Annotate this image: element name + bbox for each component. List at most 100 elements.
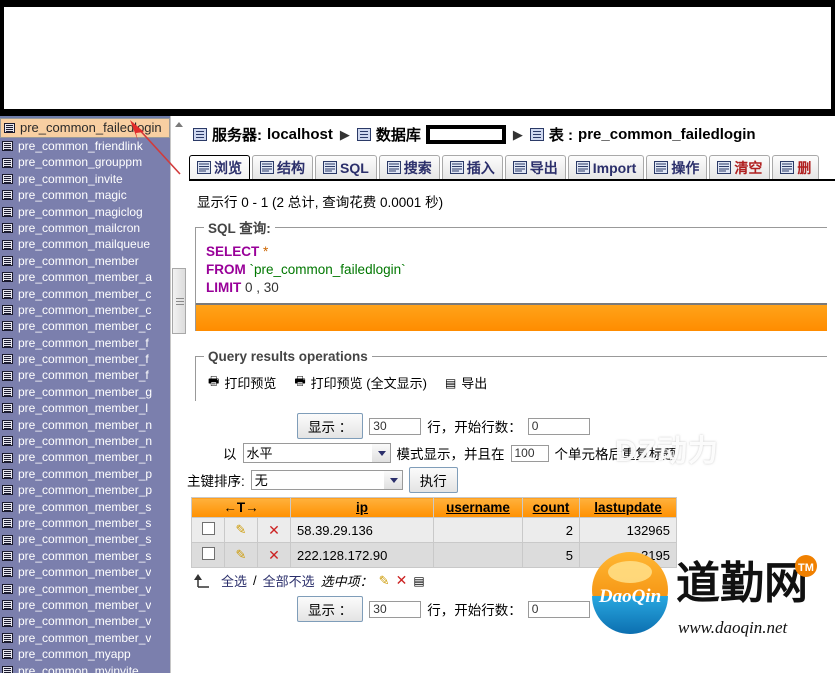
mode-select-wrap[interactable]: 水平 — [242, 443, 391, 463]
breadcrumb-table-value[interactable]: pre_common_failedlogin — [578, 126, 756, 143]
sidebar-table-item[interactable]: pre_common_mailcron — [0, 220, 170, 236]
select-all-row[interactable]: 全选 / 全部不选 选中项： ✎ ✕ ▤ — [187, 568, 835, 592]
sidebar-table-item[interactable]: pre_common_myinvite — [0, 663, 170, 673]
show-button-bottom[interactable]: 显示 ： — [297, 596, 364, 622]
row-checkbox[interactable] — [201, 547, 215, 560]
breadcrumb-server-value[interactable]: localhost — [267, 126, 333, 143]
sidebar-table-item[interactable]: pre_common_member_v — [0, 581, 170, 597]
scrollbar-thumb[interactable] — [172, 268, 186, 334]
sidebar-scrollbar[interactable] — [170, 116, 187, 673]
row-edit-cell[interactable]: ✎ — [224, 517, 258, 543]
sidebar-table-item[interactable]: pre_common_member — [0, 253, 170, 269]
tab-structure[interactable]: 结构 — [252, 155, 313, 179]
tab-export[interactable]: 导出 — [504, 155, 566, 179]
display-mode-select[interactable]: 水平 — [242, 443, 391, 463]
tab-search[interactable]: 搜索 — [378, 155, 440, 179]
sidebar-table-item[interactable]: pre_common_mailqueue — [0, 236, 170, 252]
sidebar-table-item[interactable]: pre_common_member_c — [0, 302, 170, 318]
database-name-redacted[interactable] — [425, 125, 506, 144]
pencil-icon[interactable]: ✎ — [236, 547, 247, 562]
tab-operations[interactable]: 操作 — [646, 155, 708, 179]
sidebar-table-item[interactable]: pre_common_member_f — [0, 351, 170, 367]
sidebar-table-item[interactable]: pre_common_member_n — [0, 433, 170, 449]
pencil-icon[interactable]: ✎ — [236, 522, 247, 537]
row-edit-cell[interactable]: ✎ — [224, 542, 258, 568]
tab-sql[interactable]: SQL — [315, 155, 377, 179]
sidebar-table-item[interactable]: pre_common_member_s — [0, 499, 170, 515]
sidebar-table-item[interactable]: pre_common_member_v — [0, 564, 170, 580]
sidebar-table-item[interactable]: pre_common_member_s — [0, 515, 170, 531]
cross-icon[interactable]: ✕ — [396, 572, 408, 589]
query-op-link[interactable]: 🖶 打印预览 — [208, 372, 276, 393]
sidebar-table-item[interactable]: pre_common_member_n — [0, 417, 170, 433]
start-row-input-top[interactable] — [527, 417, 590, 435]
results-table-head: ←T→ ip username count lastupdate — [191, 497, 677, 518]
sidebar-table-item[interactable]: pre_common_grouppm — [0, 154, 170, 170]
sidebar-table-item[interactable]: pre_common_member_v — [0, 613, 170, 629]
sidebar-table-item[interactable]: pre_common_member_p — [0, 482, 170, 498]
row-delete-cell[interactable]: ✕ — [257, 517, 291, 543]
sidebar-table-item[interactable]: pre_common_member_l — [0, 400, 170, 416]
sidebar-table-item[interactable]: pre_common_member_a — [0, 269, 170, 285]
go-button[interactable]: 执行 — [408, 467, 458, 493]
start-row-input-bottom[interactable] — [527, 600, 590, 618]
sidebar-table-item[interactable]: pre_common_member_g — [0, 384, 170, 400]
display-rows-row: 显示 ： 行，开始行数： — [187, 413, 835, 439]
repeat-suffix: 个单元格后重复标题 — [554, 447, 677, 462]
rows-input-bottom[interactable] — [369, 600, 422, 618]
cross-icon[interactable]: ✕ — [268, 522, 280, 538]
row-checkbox-cell[interactable] — [191, 542, 225, 568]
sidebar-table-item[interactable]: pre_common_member_v — [0, 630, 170, 646]
query-ops-links[interactable]: 🖶 打印预览 🖶 打印预览 (全文显示) ▤ 导出 — [204, 366, 819, 401]
rows-input-top[interactable] — [369, 417, 422, 435]
sidebar-table-item[interactable]: pre_common_member_f — [0, 367, 170, 383]
export-icon[interactable]: ▤ — [413, 574, 424, 588]
sql-action-bar[interactable] — [196, 303, 827, 331]
query-op-link[interactable]: ▤ 导出 — [445, 373, 487, 392]
sidebar-table-item[interactable]: pre_common_member_v — [0, 597, 170, 613]
tab-import[interactable]: Import — [567, 155, 645, 179]
sidebar-table-item[interactable]: pre_common_magic — [0, 187, 170, 203]
sidebar-table-label: pre_common_member_c — [18, 302, 152, 317]
results-header-row[interactable]: ←T→ ip username count lastupdate — [191, 497, 677, 518]
cross-icon[interactable]: ✕ — [268, 547, 280, 563]
tab-insert[interactable]: 插入 — [441, 155, 503, 179]
uncheck-all-link[interactable]: 全部不选 — [263, 571, 315, 590]
sidebar-table-item[interactable]: pre_common_member_c — [0, 318, 170, 334]
row-delete-cell[interactable]: ✕ — [257, 542, 291, 568]
column-header-username[interactable]: username — [433, 497, 523, 518]
table-row[interactable]: ✎ ✕ 222.128.172.90 5 3195 — [191, 542, 677, 568]
table-tabs[interactable]: 浏览 结构 SQL 搜索 插入 导出 Import 操作 清空 删 — [189, 153, 835, 181]
table-list-sidebar[interactable]: pre_common_failedlogin pre_common_friendl… — [0, 116, 170, 673]
row-checkbox-cell[interactable] — [191, 517, 225, 543]
tab-browse[interactable]: 浏览 — [189, 155, 250, 179]
sidebar-table-item[interactable]: pre_common_member_c — [0, 286, 170, 302]
sidebar-table-item[interactable]: pre_common_member_s — [0, 548, 170, 564]
sidebar-table-item[interactable]: pre_common_myapp — [0, 646, 170, 662]
column-header-ip[interactable]: ip — [290, 497, 434, 518]
sql-query-code[interactable]: SELECT * FROM `pre_common_failedlogin` L… — [204, 239, 819, 303]
tab-empty[interactable]: 清空 — [709, 155, 771, 179]
sidebar-table-item[interactable]: pre_common_friendlink — [0, 138, 170, 154]
tab-drop[interactable]: 删 — [772, 155, 820, 179]
sidebar-table-item[interactable]: pre_common_member_f — [0, 335, 170, 351]
table-row[interactable]: ✎ ✕ 58.39.29.136 2 132965 — [191, 517, 677, 543]
sidebar-table-item[interactable]: pre_common_magiclog — [0, 204, 170, 220]
show-button-top[interactable]: 显示 ： — [297, 413, 364, 439]
sidebar-table-item[interactable]: pre_common_failedlogin — [0, 118, 170, 138]
repeat-headers-input[interactable] — [510, 444, 549, 462]
sidebar-table-item[interactable]: pre_common_member_n — [0, 449, 170, 465]
sidebar-table-item[interactable]: pre_common_member_p — [0, 466, 170, 482]
pencil-icon[interactable]: ✎ — [379, 573, 390, 589]
column-header-lastupdate[interactable]: lastupdate — [579, 497, 677, 518]
sort-toggle-header[interactable]: ←T→ — [191, 497, 291, 518]
query-op-link[interactable]: 🖶 打印预览 (全文显示) — [294, 372, 427, 393]
column-header-count[interactable]: count — [522, 497, 580, 518]
primary-key-sort-select[interactable]: 无 — [250, 470, 403, 490]
sidebar-table-item[interactable]: pre_common_member_s — [0, 531, 170, 547]
row-checkbox[interactable] — [201, 522, 215, 535]
scroll-up-arrow-icon[interactable] — [172, 117, 186, 131]
check-all-link[interactable]: 全选 — [221, 571, 247, 590]
sidebar-table-item[interactable]: pre_common_invite — [0, 171, 170, 187]
sort-select-wrap[interactable]: 无 — [250, 470, 403, 490]
